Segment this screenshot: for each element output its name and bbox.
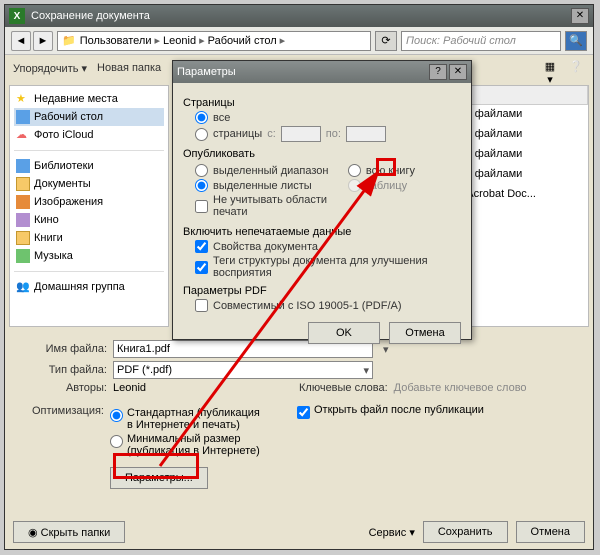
np-tags-checkbox[interactable] [195, 261, 208, 274]
help-button[interactable]: ❔ [567, 60, 585, 76]
recent-icon: ★ [16, 92, 30, 106]
close-button[interactable]: ✕ [571, 8, 589, 24]
sidebar-item-libraries[interactable]: Библиотеки [14, 157, 164, 175]
footer: ◉ Скрыть папки Сервис ▾ Сохранить Отмена [13, 521, 585, 543]
desktop-icon [16, 110, 30, 124]
keywords-value[interactable]: Добавьте ключевое слово [394, 382, 527, 394]
books-icon [16, 231, 30, 245]
organize-menu[interactable]: Упорядочить ▾ [13, 62, 87, 75]
new-folder-button[interactable]: Новая папка [97, 62, 161, 74]
library-icon [16, 159, 30, 173]
search-input[interactable]: Поиск: Рабочий стол [401, 31, 561, 51]
save-button[interactable]: Сохранить [423, 521, 508, 543]
homegroup-icon: 👥 [16, 280, 30, 294]
keywords-label: Ключевые слова: [299, 382, 388, 394]
sidebar-item-video[interactable]: Кино [14, 211, 164, 229]
pub-table-radio[interactable] [348, 179, 361, 192]
pages-range-radio[interactable] [195, 128, 208, 141]
cloud-icon: ☁ [16, 128, 30, 142]
open-after-checkbox[interactable] [297, 406, 310, 419]
sidebar-item-desktop[interactable]: Рабочий стол [14, 108, 164, 126]
pages-group-label: Страницы [183, 97, 461, 109]
titlebar: X Сохранение документа ✕ [5, 5, 593, 27]
opt-standard-radio[interactable] [110, 409, 123, 422]
sidebar-item-books[interactable]: Книги [14, 229, 164, 247]
sidebar-item-music[interactable]: Музыка [14, 247, 164, 265]
cancel-button[interactable]: Отмена [516, 521, 585, 543]
search-go-button[interactable]: 🔍 [565, 31, 587, 51]
pub-range-radio[interactable] [195, 164, 208, 177]
opt-minimum-radio[interactable] [110, 435, 123, 448]
sidebar: ★Недавние места Рабочий стол ☁Фото iClou… [9, 85, 169, 327]
options-cancel-button[interactable]: Отмена [389, 322, 461, 344]
pub-sheets-radio[interactable] [195, 179, 208, 192]
pdf-group-label: Параметры PDF [183, 285, 461, 297]
pages-to-input[interactable] [346, 126, 386, 142]
breadcrumb[interactable]: 📁 Пользователи▸ Leonid▸ Рабочий стол▸ [57, 31, 371, 51]
breadcrumb-part[interactable]: Рабочий стол [208, 35, 277, 47]
authors-label: Авторы: [17, 382, 107, 394]
bottom-panel: Имя файла: ▾ Тип файла: PDF (*.pdf)▾ Авт… [5, 331, 593, 498]
filename-dropdown[interactable]: ▾ [383, 343, 389, 356]
options-title: Параметры [177, 66, 427, 78]
music-icon [16, 249, 30, 263]
tools-menu[interactable]: Сервис ▾ [369, 526, 415, 539]
view-button[interactable]: ▦ ▾ [541, 60, 559, 76]
authors-value[interactable]: Leonid [113, 382, 263, 394]
filetype-label: Тип файла: [17, 364, 107, 376]
sidebar-item-icloud[interactable]: ☁Фото iCloud [14, 126, 164, 144]
forward-button[interactable]: ► [33, 31, 53, 51]
options-button[interactable]: Параметры... [110, 467, 208, 489]
optimization-label: Оптимизация: [17, 405, 104, 417]
pub-book-radio[interactable] [348, 164, 361, 177]
nonprint-group-label: Включить непечатаемые данные [183, 226, 461, 238]
refresh-button[interactable]: ⟳ [375, 31, 397, 51]
video-icon [16, 213, 30, 227]
folder-icon: 📁 [62, 34, 76, 47]
pictures-icon [16, 195, 30, 209]
app-icon: X [9, 8, 25, 24]
options-help-button[interactable]: ? [429, 64, 447, 80]
options-ok-button[interactable]: OK [308, 322, 380, 344]
window-title: Сохранение документа [31, 10, 569, 22]
publish-group-label: Опубликовать [183, 148, 461, 160]
nav-row: ◄ ► 📁 Пользователи▸ Leonid▸ Рабочий стол… [5, 27, 593, 55]
back-button[interactable]: ◄ [11, 31, 31, 51]
filename-label: Имя файла: [17, 343, 107, 355]
sidebar-item-pictures[interactable]: Изображения [14, 193, 164, 211]
sidebar-item-documents[interactable]: Документы [14, 175, 164, 193]
pages-from-input[interactable] [281, 126, 321, 142]
np-props-checkbox[interactable] [195, 240, 208, 253]
options-titlebar: Параметры ? ✕ [173, 61, 471, 83]
breadcrumb-part[interactable]: Пользователи [80, 35, 152, 47]
documents-icon [16, 177, 30, 191]
pub-ignoreprint-checkbox[interactable] [195, 200, 208, 213]
pages-all-radio[interactable] [195, 111, 208, 124]
sidebar-item-homegroup[interactable]: 👥Домашняя группа [14, 278, 164, 296]
breadcrumb-part[interactable]: Leonid [163, 35, 196, 47]
filetype-select[interactable]: PDF (*.pdf)▾ [113, 361, 373, 379]
options-close-button[interactable]: ✕ [449, 64, 467, 80]
sidebar-item-recent[interactable]: ★Недавние места [14, 90, 164, 108]
pdf-iso-checkbox[interactable] [195, 299, 208, 312]
options-dialog: Параметры ? ✕ Страницы все страницы с: п… [172, 60, 472, 340]
hide-folders-button[interactable]: ◉ Скрыть папки [13, 521, 125, 543]
